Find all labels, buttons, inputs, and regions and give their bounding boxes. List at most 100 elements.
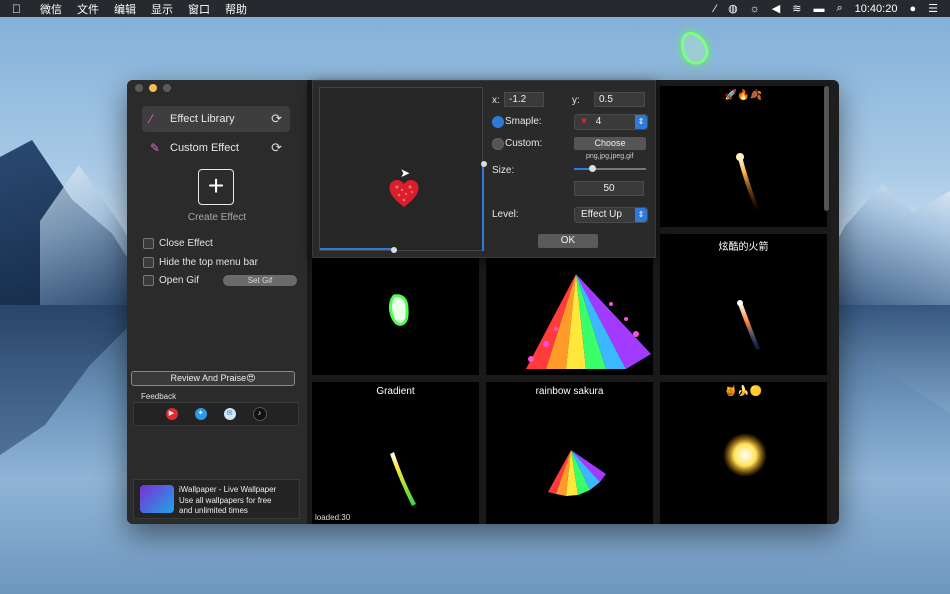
promo-line-2: Use all wallpapers for free — [179, 495, 272, 505]
user-icon[interactable]: ● — [909, 3, 916, 15]
formats-hint: png,jpg,jpeg,gif — [586, 153, 634, 160]
promo-line-1: iWallpaper - Live Wallpaper — [179, 485, 277, 494]
feedback-icons: ▶ ✦ ✉ ♪ — [133, 402, 299, 426]
x-label: x: — [492, 95, 500, 106]
wifi-icon[interactable]: ≋ — [792, 2, 801, 15]
level-select-value: Effect Up — [581, 209, 622, 220]
refresh-icon[interactable]: ⟳ — [271, 111, 282, 127]
iwallpaper-promo[interactable]: iWallpaper - Live Wallpaper Use all wall… — [133, 479, 300, 519]
review-and-praise-button[interactable]: Review And Praise😍 — [131, 371, 295, 386]
grid-scrollbar[interactable] — [824, 86, 829, 211]
iwallpaper-logo-icon — [140, 485, 174, 513]
size-input[interactable]: 50 — [574, 181, 644, 196]
menu-help[interactable]: 帮助 — [225, 1, 247, 17]
choose-button[interactable]: Choose — [574, 137, 646, 150]
mail-icon[interactable]: ✉ — [223, 408, 236, 420]
rainbow-fan-icon — [548, 450, 606, 496]
menu-window[interactable]: 窗口 — [188, 1, 210, 17]
open-gif-checkbox[interactable] — [143, 275, 154, 286]
sample-radio[interactable] — [492, 116, 504, 128]
youtube-icon[interactable]: ▶ — [165, 408, 178, 420]
sidebar-item-label: Effect Library — [170, 113, 235, 125]
pen-icon: ✎ — [150, 141, 161, 155]
search-icon[interactable]: ⌕ — [836, 2, 842, 15]
effect-tile-cool-rocket[interactable]: 炫酷的火箭 — [660, 234, 827, 375]
ok-button[interactable]: OK — [538, 234, 598, 248]
y-label: y: — [572, 95, 580, 106]
sample-select-value: 4 — [595, 116, 602, 127]
effect-tile-sun[interactable]: 🍯🍌🟡 — [660, 382, 827, 524]
custom-radio[interactable] — [492, 138, 504, 150]
wechat-status-icon[interactable]: ◍ — [728, 2, 738, 15]
promo-line-3: and unlimited times — [179, 506, 248, 515]
loaded-count: loaded:30 — [315, 513, 351, 522]
heart-small-icon: ♥ — [581, 116, 587, 127]
chevron-updown-icon: ⇕ — [635, 208, 647, 222]
chevron-updown-icon: ⇕ — [635, 115, 647, 129]
size-slider-knob[interactable] — [589, 165, 596, 172]
x-position-slider-fill — [320, 248, 394, 250]
sidebar-item-label: Custom Effect — [170, 142, 239, 154]
custom-label: Custom: — [505, 138, 543, 149]
comet-gradient-icon — [390, 452, 416, 506]
effect-preview[interactable]: ➤ — [319, 87, 487, 253]
create-effect-label: Create Effect — [187, 212, 247, 223]
x-input[interactable]: -1.2 — [504, 92, 544, 107]
window-controls — [135, 84, 171, 92]
sidebar: ⁄ Effect Library ⟳ ✎ Custom Effect ⟳ + C… — [127, 80, 307, 524]
open-gif-checkbox-row[interactable]: Open Gif — [143, 275, 199, 286]
feedback-label: Feedback — [141, 392, 177, 401]
sidebar-item-custom-effect[interactable]: ✎ Custom Effect ⟳ — [142, 135, 290, 161]
clock[interactable]: 10:40:20 — [855, 3, 898, 15]
x-position-slider-knob[interactable] — [391, 247, 397, 253]
close-window-button[interactable] — [135, 84, 143, 92]
close-effect-checkbox[interactable] — [143, 238, 154, 249]
tiktok-icon[interactable]: ♪ — [252, 407, 267, 421]
size-slider[interactable] — [574, 165, 646, 172]
volume-icon[interactable]: ◀ — [772, 2, 780, 15]
menu-edit[interactable]: 编辑 — [114, 1, 136, 17]
set-gif-button[interactable]: Set Gif — [223, 275, 297, 286]
open-gif-label: Open Gif — [159, 275, 200, 286]
effect-tile-gradient[interactable]: Gradient loaded:30 — [312, 382, 479, 524]
y-input[interactable]: 0.5 — [594, 92, 645, 107]
heart-effect-icon — [389, 179, 419, 207]
level-label: Level: — [492, 209, 519, 220]
status-area: ⁄ ◍ ☼ ◀ ≋ ▬ ⌕ 10:40:20 ● ☰ — [714, 0, 950, 17]
effect-tile-rocket-fire[interactable]: 🚀🔥🍂 — [660, 86, 827, 227]
control-center-icon[interactable]: ☰ — [928, 2, 938, 15]
sample-select[interactable]: ♥ 4 ⇕ — [574, 114, 648, 130]
effect-settings-popover: ➤ x: -1.2 y: 0.5 Smaple: ♥ 4 ⇕ Custom: C… — [312, 80, 656, 258]
menu-wechat[interactable]: 微信 — [40, 1, 62, 17]
hide-menu-bar-checkbox[interactable] — [143, 257, 154, 268]
minimize-window-button[interactable] — [149, 84, 157, 92]
wand-icon: ⁄ — [150, 112, 153, 126]
create-effect-button[interactable]: + — [198, 169, 234, 205]
hide-menu-bar-label: Hide the top menu bar — [159, 257, 258, 268]
desktop-green-effect — [675, 27, 713, 69]
level-select[interactable]: Effect Up ⇕ — [574, 207, 648, 223]
y-position-slider-fill — [482, 165, 484, 251]
refresh-icon[interactable]: ⟳ — [271, 140, 282, 156]
brightness-icon[interactable]: ☼ — [750, 3, 760, 15]
menu-view[interactable]: 显示 — [151, 1, 173, 17]
close-effect-label: Close Effect — [159, 238, 213, 249]
effect-tile-rainbow-sakura[interactable]: rainbow sakura — [486, 382, 653, 524]
sun-glow-icon — [723, 433, 767, 477]
twitter-icon[interactable]: ✦ — [194, 408, 207, 420]
y-position-slider-knob[interactable] — [481, 161, 487, 167]
apple-menu-icon[interactable]:  — [12, 2, 26, 16]
comet-orange-icon — [736, 153, 760, 212]
size-label: Size: — [492, 165, 515, 176]
close-effect-checkbox-row[interactable]: Close Effect — [143, 238, 213, 249]
zoom-window-button[interactable] — [163, 84, 171, 92]
comet-blue-icon — [737, 300, 760, 350]
wand-icon[interactable]: ⁄ — [714, 3, 716, 15]
cursor-icon: ➤ — [400, 166, 411, 180]
flag-icon[interactable]: ▬ — [813, 3, 824, 15]
sample-label: Smaple: — [505, 116, 542, 127]
sidebar-item-effect-library[interactable]: ⁄ Effect Library ⟳ — [142, 106, 290, 132]
menu-bar:  微信 文件 编辑 显示 窗口 帮助 ⁄ ◍ ☼ ◀ ≋ ▬ ⌕ 10:40:… — [0, 0, 950, 17]
hide-menu-bar-checkbox-row[interactable]: Hide the top menu bar — [143, 257, 258, 268]
menu-file[interactable]: 文件 — [77, 1, 99, 17]
